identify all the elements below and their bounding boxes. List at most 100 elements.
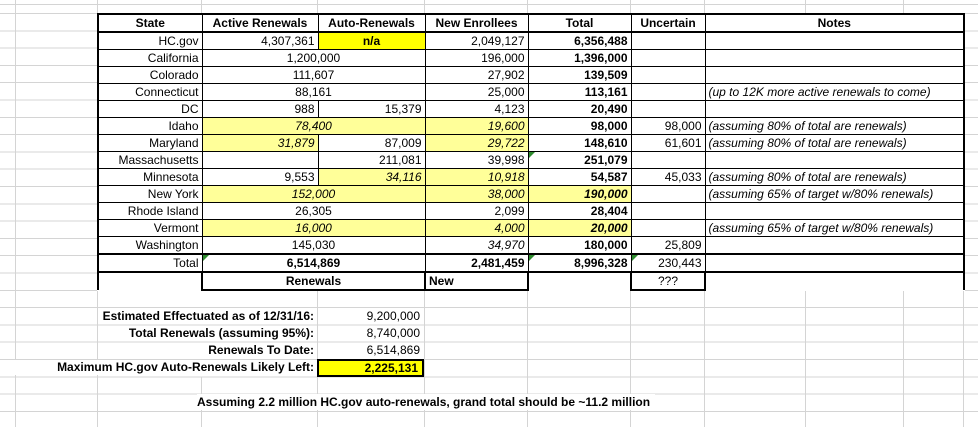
- cell-new-enrollees[interactable]: 34,970: [425, 237, 528, 255]
- summary-value-total-renewals[interactable]: 8,740,000: [320, 325, 422, 342]
- cell-notes[interactable]: [705, 32, 964, 50]
- summary-value-max-auto-renewals-highlighted[interactable]: 2,225,131: [317, 359, 424, 377]
- cell-state[interactable]: Minnesota: [98, 169, 202, 186]
- cell-footer-new[interactable]: New: [425, 272, 528, 290]
- cell-total[interactable]: 180,000: [528, 237, 631, 255]
- cell-total[interactable]: 251,079: [528, 152, 631, 169]
- cell-new-enrollees[interactable]: 38,000: [425, 186, 528, 203]
- cell-state[interactable]: New York: [98, 186, 202, 203]
- cell-total[interactable]: 148,610: [528, 135, 631, 152]
- cell-total[interactable]: 98,000: [528, 118, 631, 135]
- cell-notes[interactable]: [705, 67, 964, 84]
- cell-new-enrollees[interactable]: 10,918: [425, 169, 528, 186]
- cell-state[interactable]: DC: [98, 101, 202, 118]
- cell-state[interactable]: HC.gov: [98, 32, 202, 50]
- cell-notes[interactable]: [705, 203, 964, 220]
- cell-renewals-merged[interactable]: 26,305: [202, 203, 425, 220]
- cell-active-renewals[interactable]: 9,553: [202, 169, 318, 186]
- cell-notes[interactable]: (assuming 80% of total are renewals): [705, 118, 964, 135]
- cell-footer-renewals[interactable]: Renewals: [202, 272, 425, 290]
- cell-auto-renewals[interactable]: 34,116: [318, 169, 425, 186]
- cell-new-enrollees[interactable]: 25,000: [425, 84, 528, 101]
- cell-uncertain[interactable]: [631, 32, 705, 50]
- header-notes[interactable]: Notes: [705, 14, 964, 32]
- cell-auto-renewals[interactable]: 87,009: [318, 135, 425, 152]
- cell-state[interactable]: Idaho: [98, 118, 202, 135]
- cell-new-enrollees[interactable]: 196,000: [425, 50, 528, 67]
- cell-active-renewals[interactable]: [202, 152, 318, 169]
- cell-notes[interactable]: (assuming 65% of target w/80% renewals): [705, 220, 964, 237]
- cell-state[interactable]: Massachusetts: [98, 152, 202, 169]
- cell-auto-renewals[interactable]: 211,081: [318, 152, 425, 169]
- summary-label-renewals-to-date[interactable]: Renewals To Date:: [77, 342, 317, 359]
- cell-renewals-merged[interactable]: 88,161: [202, 84, 425, 101]
- cell-new-enrollees[interactable]: 19,600: [425, 118, 528, 135]
- cell-total[interactable]: 28,404: [528, 203, 631, 220]
- cell-total[interactable]: 20,000: [528, 220, 631, 237]
- cell-active-renewals[interactable]: 4,307,361: [202, 32, 318, 50]
- cell-footer-blank[interactable]: [98, 272, 202, 290]
- cell-uncertain[interactable]: [631, 101, 705, 118]
- cell-notes[interactable]: [705, 254, 964, 272]
- cell-state[interactable]: California: [98, 50, 202, 67]
- cell-uncertain[interactable]: [631, 152, 705, 169]
- cell-notes[interactable]: (up to 12K more active renewals to come): [705, 84, 964, 101]
- cell-notes[interactable]: (assuming 80% of total are renewals): [705, 169, 964, 186]
- cell-total[interactable]: 20,490: [528, 101, 631, 118]
- summary-label-max-auto-renewals[interactable]: Maximum HC.gov Auto-Renewals Likely Left…: [5, 360, 317, 375]
- cell-uncertain[interactable]: 230,443: [631, 254, 705, 272]
- cell-uncertain[interactable]: [631, 50, 705, 67]
- header-active-renewals[interactable]: Active Renewals: [202, 14, 318, 32]
- cell-total[interactable]: 113,161: [528, 84, 631, 101]
- cell-renewals-merged[interactable]: 145,030: [202, 237, 425, 255]
- cell-total[interactable]: 190,000: [528, 186, 631, 203]
- cell-total[interactable]: 54,587: [528, 169, 631, 186]
- cell-total[interactable]: 139,509: [528, 67, 631, 84]
- cell-state[interactable]: Colorado: [98, 67, 202, 84]
- grand-total-note[interactable]: Assuming 2.2 million HC.gov auto-renewal…: [197, 394, 655, 410]
- cell-state[interactable]: Washington: [98, 237, 202, 255]
- summary-value-effectuated[interactable]: 9,200,000: [320, 308, 422, 325]
- cell-state[interactable]: Connecticut: [98, 84, 202, 101]
- cell-uncertain[interactable]: [631, 220, 705, 237]
- summary-value-renewals-to-date[interactable]: 6,514,869: [320, 342, 422, 359]
- cell-notes[interactable]: [705, 237, 964, 255]
- cell-uncertain[interactable]: [631, 84, 705, 101]
- cell-renewals-merged[interactable]: 78,400: [202, 118, 425, 135]
- cell-footer-blank[interactable]: [705, 272, 964, 290]
- header-uncertain[interactable]: Uncertain: [631, 14, 705, 32]
- summary-label-effectuated[interactable]: Estimated Effectuated as of 12/31/16:: [77, 308, 317, 325]
- summary-label-total-renewals[interactable]: Total Renewals (assuming 95%):: [77, 325, 317, 342]
- header-state[interactable]: State: [98, 14, 202, 32]
- cell-renewals-merged[interactable]: 152,000: [202, 186, 425, 203]
- cell-uncertain[interactable]: [631, 203, 705, 220]
- header-total[interactable]: Total: [528, 14, 631, 32]
- cell-notes[interactable]: [705, 101, 964, 118]
- cell-uncertain[interactable]: 61,601: [631, 135, 705, 152]
- cell-uncertain[interactable]: 98,000: [631, 118, 705, 135]
- cell-total[interactable]: 8,996,328: [528, 254, 631, 272]
- cell-total[interactable]: 1,396,000: [528, 50, 631, 67]
- cell-new-enrollees[interactable]: 27,902: [425, 67, 528, 84]
- cell-total[interactable]: 6,356,488: [528, 32, 631, 50]
- cell-state[interactable]: Rhode Island: [98, 203, 202, 220]
- cell-new-enrollees[interactable]: 29,722: [425, 135, 528, 152]
- cell-new-enrollees[interactable]: 2,049,127: [425, 32, 528, 50]
- cell-footer-gap[interactable]: [528, 272, 631, 290]
- cell-renewals-merged[interactable]: 111,607: [202, 67, 425, 84]
- cell-active-renewals[interactable]: 31,879: [202, 135, 318, 152]
- cell-uncertain[interactable]: [631, 186, 705, 203]
- cell-new-enrollees[interactable]: 2,481,459: [425, 254, 528, 272]
- cell-uncertain[interactable]: 25,809: [631, 237, 705, 255]
- cell-notes[interactable]: (assuming 80% of total are renewals): [705, 135, 964, 152]
- cell-renewals-merged[interactable]: 6,514,869: [202, 254, 425, 272]
- cell-new-enrollees[interactable]: 4,123: [425, 101, 528, 118]
- cell-renewals-merged[interactable]: 1,200,000: [202, 50, 425, 67]
- cell-state[interactable]: Vermont: [98, 220, 202, 237]
- header-auto-renewals[interactable]: Auto-Renewals: [318, 14, 425, 32]
- cell-state[interactable]: Total: [98, 254, 202, 272]
- cell-state[interactable]: Maryland: [98, 135, 202, 152]
- cell-active-renewals[interactable]: 988: [202, 101, 318, 118]
- cell-uncertain[interactable]: 45,033: [631, 169, 705, 186]
- cell-renewals-merged[interactable]: 16,000: [202, 220, 425, 237]
